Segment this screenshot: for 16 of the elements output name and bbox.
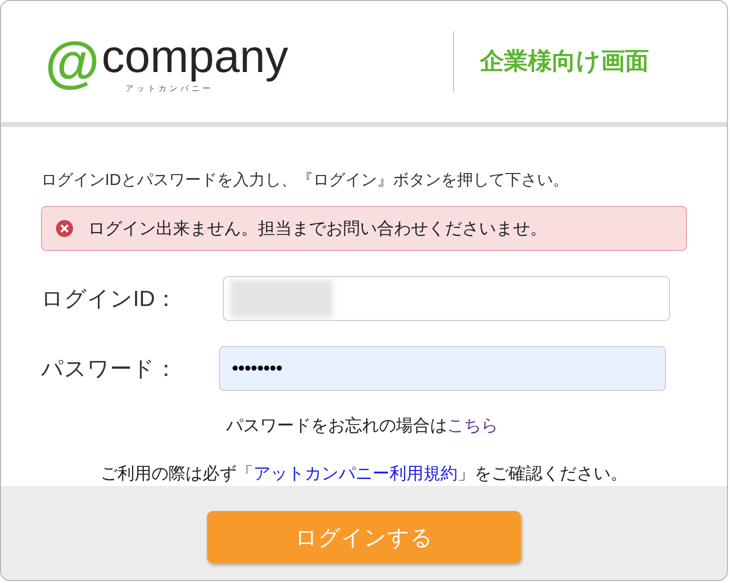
forgot-password-text: パスワードをお忘れの場合は [226, 416, 447, 435]
instruction-text: ログインIDとパスワードを入力し、『ログイン』ボタンを押して下さい。 [41, 170, 570, 191]
field-label: ログインID： [41, 285, 178, 313]
error-icon [55, 219, 74, 238]
forgot-password-link[interactable]: こちら [447, 416, 498, 435]
page-title: 企業様向け画面 [480, 46, 649, 76]
password-field[interactable]: •••••••• [219, 346, 666, 391]
logo-reading: アットカンパニー [126, 84, 214, 94]
field-label: パスワード： [41, 355, 178, 383]
terms-link[interactable]: アットカンパニー利用規約 [254, 464, 458, 482]
login-id-field[interactable] [223, 276, 670, 321]
logo-mark: @ [45, 30, 100, 94]
terms-text: ご利用の際は必ず「 [100, 464, 254, 482]
logo-text: company [102, 29, 288, 83]
terms-text: 」をご確認ください。 [458, 464, 628, 482]
error-message: ログイン出来ません。担当までお問い合わせくださいませ。 [88, 218, 547, 240]
